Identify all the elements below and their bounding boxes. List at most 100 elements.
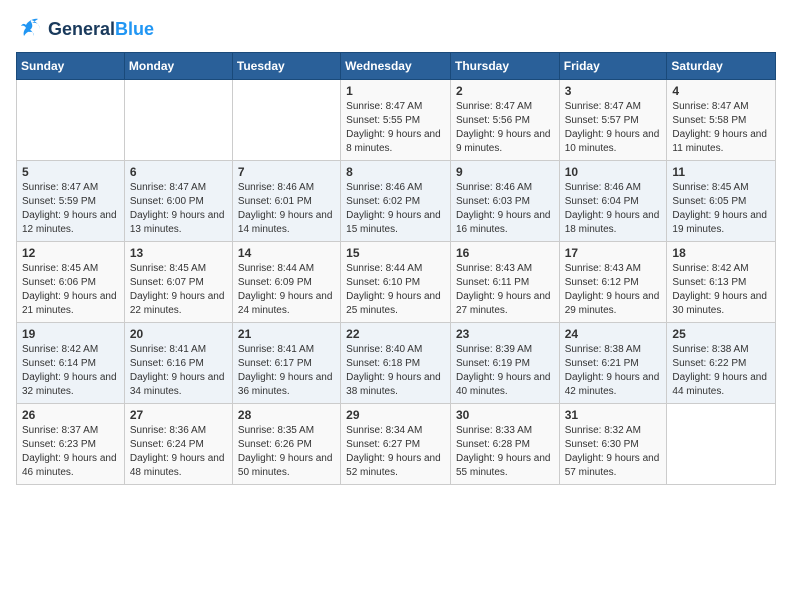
calendar-cell: 25 Sunrise: 8:38 AMSunset: 6:22 PMDayligh…	[667, 323, 776, 404]
cell-line: Daylight: 9 hours and 57 minutes.	[565, 452, 662, 480]
calendar-cell: 21 Sunrise: 8:41 AMSunset: 6:17 PMDayligh…	[232, 323, 340, 404]
cell-content: Sunrise: 8:45 AMSunset: 6:05 PMDaylight:…	[672, 181, 770, 237]
cell-content: Sunrise: 8:38 AMSunset: 6:21 PMDaylight:…	[565, 343, 662, 399]
calendar-cell: 12Sunrise: 8:45 AMSunset: 6:06 PMDayligh…	[17, 242, 125, 323]
cell-content: Sunrise: 8:41 AMSunset: 6:17 PMDaylight:…	[238, 343, 335, 399]
cell-line: Daylight: 9 hours and 25 minutes.	[346, 290, 445, 318]
day-number: 14	[238, 246, 335, 260]
cell-line: Sunset: 6:17 PM	[238, 357, 335, 371]
cell-line: Daylight: 9 hours and 42 minutes.	[565, 371, 662, 399]
cell-line: Daylight: 9 hours and 46 minutes.	[22, 452, 119, 480]
calendar-cell: 5 Sunrise: 8:47 AMSunset: 5:59 PMDaylight…	[17, 161, 125, 242]
day-header-wednesday: Wednesday	[341, 53, 451, 80]
cell-line: Sunset: 6:21 PM	[565, 357, 662, 371]
cell-line: Daylight: 9 hours and 10 minutes.	[565, 128, 662, 156]
cell-line: Sunrise: 8:43 AM	[456, 262, 554, 276]
logo-icon	[16, 16, 44, 44]
cell-content: Sunrise: 8:47 AMSunset: 5:59 PMDaylight:…	[22, 181, 119, 237]
cell-line: Sunrise: 8:47 AM	[565, 100, 662, 114]
cell-line: Sunrise: 8:40 AM	[346, 343, 445, 357]
cell-line: Daylight: 9 hours and 19 minutes.	[672, 209, 770, 237]
cell-line: Daylight: 9 hours and 11 minutes.	[672, 128, 770, 156]
cell-line: Sunset: 6:00 PM	[130, 195, 227, 209]
cell-line: Daylight: 9 hours and 48 minutes.	[130, 452, 227, 480]
day-header-sunday: Sunday	[17, 53, 125, 80]
cell-line: Daylight: 9 hours and 16 minutes.	[456, 209, 554, 237]
cell-line: Daylight: 9 hours and 15 minutes.	[346, 209, 445, 237]
day-number: 15	[346, 246, 445, 260]
day-number: 16	[456, 246, 554, 260]
cell-line: Sunset: 6:19 PM	[456, 357, 554, 371]
cell-line: Sunset: 6:12 PM	[565, 276, 662, 290]
cell-line: Daylight: 9 hours and 13 minutes.	[130, 209, 227, 237]
cell-content: Sunrise: 8:46 AMSunset: 6:01 PMDaylight:…	[238, 181, 335, 237]
day-number: 8	[346, 165, 445, 179]
day-header-friday: Friday	[559, 53, 667, 80]
day-number: 31	[565, 408, 662, 422]
cell-line: Sunrise: 8:36 AM	[130, 424, 227, 438]
cell-line: Sunrise: 8:42 AM	[672, 262, 770, 276]
calendar-cell: 28Sunrise: 8:35 AMSunset: 6:26 PMDayligh…	[232, 404, 340, 485]
day-number: 20	[130, 327, 227, 341]
day-number: 4	[672, 84, 770, 98]
cell-line: Sunrise: 8:42 AM	[22, 343, 119, 357]
day-number: 18	[672, 246, 770, 260]
cell-line: Sunset: 6:02 PM	[346, 195, 445, 209]
cell-line: Daylight: 9 hours and 34 minutes.	[130, 371, 227, 399]
cell-line: Sunset: 6:18 PM	[346, 357, 445, 371]
cell-line: Sunrise: 8:45 AM	[130, 262, 227, 276]
calendar-cell	[17, 80, 125, 161]
day-number: 1	[346, 84, 445, 98]
cell-line: Daylight: 9 hours and 36 minutes.	[238, 371, 335, 399]
calendar-cell: 27Sunrise: 8:36 AMSunset: 6:24 PMDayligh…	[124, 404, 232, 485]
cell-line: Sunrise: 8:46 AM	[346, 181, 445, 195]
cell-line: Sunset: 6:22 PM	[672, 357, 770, 371]
day-header-monday: Monday	[124, 53, 232, 80]
logo-text: GeneralBlue	[48, 20, 154, 40]
day-number: 10	[565, 165, 662, 179]
cell-line: Sunset: 6:27 PM	[346, 438, 445, 452]
cell-line: Daylight: 9 hours and 55 minutes.	[456, 452, 554, 480]
cell-line: Daylight: 9 hours and 24 minutes.	[238, 290, 335, 318]
calendar-cell: 6Sunrise: 8:47 AMSunset: 6:00 PMDaylight…	[124, 161, 232, 242]
cell-line: Daylight: 9 hours and 29 minutes.	[565, 290, 662, 318]
calendar-cell: 19Sunrise: 8:42 AMSunset: 6:14 PMDayligh…	[17, 323, 125, 404]
calendar-cell: 10Sunrise: 8:46 AMSunset: 6:04 PMDayligh…	[559, 161, 667, 242]
day-number: 5	[22, 165, 119, 179]
cell-line: Sunrise: 8:38 AM	[565, 343, 662, 357]
cell-content: Sunrise: 8:44 AMSunset: 6:10 PMDaylight:…	[346, 262, 445, 318]
day-number: 17	[565, 246, 662, 260]
cell-line: Daylight: 9 hours and 9 minutes.	[456, 128, 554, 156]
cell-content: Sunrise: 8:38 AMSunset: 6:22 PMDaylight:…	[672, 343, 770, 399]
day-number: 21	[238, 327, 335, 341]
cell-line: Daylight: 9 hours and 50 minutes.	[238, 452, 335, 480]
calendar-cell: 23Sunrise: 8:39 AMSunset: 6:19 PMDayligh…	[450, 323, 559, 404]
cell-content: Sunrise: 8:45 AMSunset: 6:07 PMDaylight:…	[130, 262, 227, 318]
cell-line: Sunrise: 8:47 AM	[346, 100, 445, 114]
cell-content: Sunrise: 8:46 AMSunset: 6:02 PMDaylight:…	[346, 181, 445, 237]
cell-content: Sunrise: 8:43 AMSunset: 6:11 PMDaylight:…	[456, 262, 554, 318]
cell-line: Sunset: 6:09 PM	[238, 276, 335, 290]
day-number: 25	[672, 327, 770, 341]
cell-line: Sunrise: 8:41 AM	[238, 343, 335, 357]
cell-content: Sunrise: 8:45 AMSunset: 6:06 PMDaylight:…	[22, 262, 119, 318]
cell-content: Sunrise: 8:47 AMSunset: 5:56 PMDaylight:…	[456, 100, 554, 156]
day-number: 19	[22, 327, 119, 341]
week-row-1: 1Sunrise: 8:47 AMSunset: 5:55 PMDaylight…	[17, 80, 776, 161]
cell-line: Daylight: 9 hours and 14 minutes.	[238, 209, 335, 237]
calendar-cell: 24Sunrise: 8:38 AMSunset: 6:21 PMDayligh…	[559, 323, 667, 404]
cell-content: Sunrise: 8:37 AMSunset: 6:23 PMDaylight:…	[22, 424, 119, 480]
cell-line: Daylight: 9 hours and 8 minutes.	[346, 128, 445, 156]
week-row-4: 19Sunrise: 8:42 AMSunset: 6:14 PMDayligh…	[17, 323, 776, 404]
calendar-cell: 20Sunrise: 8:41 AMSunset: 6:16 PMDayligh…	[124, 323, 232, 404]
cell-line: Sunset: 5:59 PM	[22, 195, 119, 209]
calendar-cell: 29Sunrise: 8:34 AMSunset: 6:27 PMDayligh…	[341, 404, 451, 485]
cell-line: Sunrise: 8:45 AM	[672, 181, 770, 195]
cell-line: Sunrise: 8:44 AM	[238, 262, 335, 276]
day-number: 29	[346, 408, 445, 422]
cell-content: Sunrise: 8:35 AMSunset: 6:26 PMDaylight:…	[238, 424, 335, 480]
calendar-cell: 26Sunrise: 8:37 AMSunset: 6:23 PMDayligh…	[17, 404, 125, 485]
week-row-3: 12Sunrise: 8:45 AMSunset: 6:06 PMDayligh…	[17, 242, 776, 323]
cell-content: Sunrise: 8:47 AMSunset: 5:57 PMDaylight:…	[565, 100, 662, 156]
cell-line: Sunset: 6:10 PM	[346, 276, 445, 290]
